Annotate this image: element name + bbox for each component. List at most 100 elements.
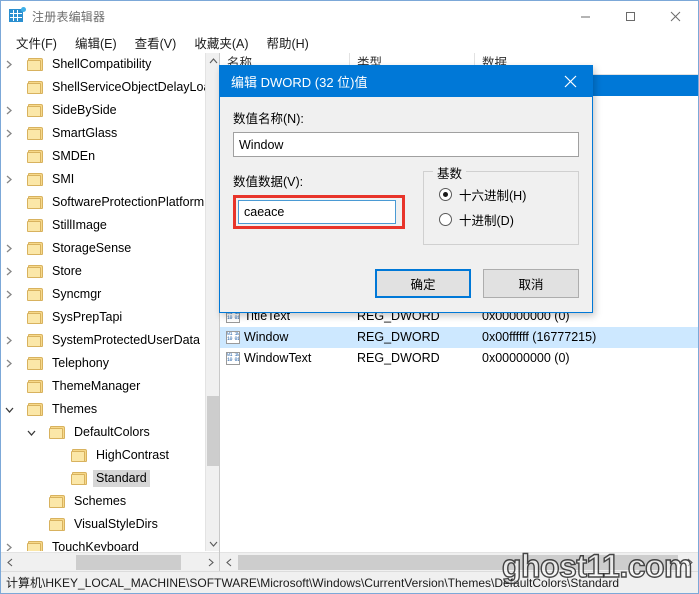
- tree-item-shellcompatibility[interactable]: ShellCompatibility: [1, 53, 206, 76]
- minimize-button[interactable]: [563, 1, 608, 31]
- tree-item-label: SmartGlass: [52, 126, 118, 140]
- chevron-right-icon[interactable]: [1, 536, 17, 551]
- status-path: 计算机\HKEY_LOCAL_MACHINE\SOFTWARE\Microsof…: [6, 576, 620, 590]
- tree-horizontal-scrollbar[interactable]: [1, 552, 219, 571]
- tree-item-systemprotecteduserdata[interactable]: SystemProtectedUserData: [1, 329, 206, 352]
- folder-icon: [27, 264, 44, 279]
- tree-item-highcontrast[interactable]: HighContrast: [1, 444, 206, 467]
- tree-connector: [17, 329, 27, 352]
- folder-icon: [71, 471, 88, 486]
- base-radio-group: 基数 十六进制(H) 十进制(D): [423, 163, 579, 245]
- menu-item-favorites[interactable]: 收藏夹(A): [185, 31, 257, 54]
- radio-hexadecimal-label: 十六进制(H): [459, 189, 527, 203]
- chevron-right-icon[interactable]: [1, 237, 17, 260]
- tree-item-defaultcolors[interactable]: DefaultColors: [1, 421, 206, 444]
- tree-item-store[interactable]: Store: [1, 260, 206, 283]
- dword-value-icon: [226, 352, 240, 365]
- table-row[interactable]: WindowText REG_DWORD 0x00000000 (0): [220, 348, 698, 369]
- tree-item-sidebyside[interactable]: SideBySide: [1, 99, 206, 122]
- folder-icon: [27, 57, 44, 72]
- close-button[interactable]: [653, 1, 698, 31]
- table-row[interactable]: Window REG_DWORD 0x00ffffff (16777215): [220, 327, 698, 348]
- tree-item-stillimage[interactable]: StillImage: [1, 214, 206, 237]
- tree-scroll-left-icon[interactable]: [1, 553, 18, 571]
- chevron-right-icon[interactable]: [1, 260, 17, 283]
- registry-tree[interactable]: ShellCompatibility ShellServiceObjectDela…: [1, 53, 206, 551]
- tree-item-visualstyledirs[interactable]: VisualStyleDirs: [1, 513, 206, 536]
- tree-scroll-right-icon[interactable]: [202, 553, 219, 571]
- tree-connector: [17, 237, 27, 260]
- radio-decimal[interactable]: 十进制(D): [424, 207, 578, 232]
- base-group-legend: 基数: [433, 163, 467, 182]
- tree-item-syspreptapi[interactable]: SysPrepTapi: [1, 306, 206, 329]
- tree-item-label: SysPrepTapi: [52, 310, 123, 324]
- tree-item-label: HighContrast: [96, 448, 169, 462]
- tree-item-label: SideBySide: [52, 103, 117, 117]
- chevron-right-icon[interactable]: [1, 99, 17, 122]
- chevron-right-icon[interactable]: [1, 53, 17, 76]
- tree-scroll-down-icon[interactable]: [206, 536, 219, 551]
- tree-item-smartglass[interactable]: SmartGlass: [1, 122, 206, 145]
- chevron-right-icon[interactable]: [1, 168, 17, 191]
- radio-decimal-indicator[interactable]: [439, 213, 452, 226]
- chevron-right-icon[interactable]: [1, 283, 17, 306]
- menu-item-edit[interactable]: 编辑(E): [66, 31, 126, 54]
- tree-item-telephony[interactable]: Telephony: [1, 352, 206, 375]
- dword-value-icon: [226, 331, 240, 344]
- menu-item-view[interactable]: 查看(V): [126, 31, 186, 54]
- tree-item-touchkeyboard[interactable]: TouchKeyboard: [1, 536, 206, 551]
- tree-hscroll-thumb[interactable]: [76, 555, 181, 570]
- menu-item-help[interactable]: 帮助(H): [257, 31, 317, 54]
- tree-connector: [17, 352, 27, 375]
- list-scroll-right-icon[interactable]: [681, 553, 698, 571]
- folder-icon: [27, 80, 44, 95]
- list-horizontal-scrollbar[interactable]: [220, 552, 698, 571]
- tree-vertical-scrollbar[interactable]: [205, 53, 219, 551]
- folder-icon: [27, 172, 44, 187]
- list-hscroll-thumb[interactable]: [238, 555, 678, 570]
- tree-item-smi[interactable]: SMI: [1, 168, 206, 191]
- value-name-input[interactable]: [233, 132, 579, 157]
- tree-item-themes[interactable]: Themes: [1, 398, 206, 421]
- cell-value-name: Window: [220, 327, 350, 348]
- registry-tree-panel: ShellCompatibility ShellServiceObjectDela…: [1, 53, 220, 571]
- chevron-right-icon[interactable]: [1, 329, 17, 352]
- tree-connector: [39, 490, 49, 513]
- chevron-right-icon[interactable]: [1, 352, 17, 375]
- value-data-label: 数值数据(V):: [233, 175, 304, 189]
- radio-decimal-label: 十进制(D): [459, 214, 514, 228]
- tree-item-shellserviceobjectdelayload[interactable]: ShellServiceObjectDelayLoad: [1, 76, 206, 99]
- tree-item-smden[interactable]: SMDEn: [1, 145, 206, 168]
- cell-value-data: 0x00ffffff (16777215): [482, 330, 597, 344]
- cancel-button[interactable]: 取消: [483, 269, 579, 298]
- tree-item-storagesense[interactable]: StorageSense: [1, 237, 206, 260]
- tree-item-standard[interactable]: Standard: [1, 467, 206, 490]
- dialog-close-icon[interactable]: [548, 66, 592, 97]
- chevron-down-icon[interactable]: [1, 398, 17, 421]
- tree-scroll-up-icon[interactable]: [206, 53, 219, 68]
- folder-icon: [27, 195, 44, 210]
- tree-item-label: ShellServiceObjectDelayLoad: [52, 80, 206, 94]
- tree-item-softwareprotectionplatform[interactable]: SoftwareProtectionPlatform: [1, 191, 206, 214]
- tree-scroll-thumb[interactable]: [207, 396, 219, 466]
- ok-button[interactable]: 确定: [375, 269, 471, 298]
- registry-icon: [9, 7, 26, 24]
- tree-item-thememanager[interactable]: ThemeManager: [1, 375, 206, 398]
- value-data-input[interactable]: [238, 200, 396, 224]
- chevron-right-icon[interactable]: [1, 122, 17, 145]
- menu-item-file[interactable]: 文件(F): [7, 31, 66, 54]
- list-scroll-left-icon[interactable]: [220, 553, 237, 571]
- tree-item-syncmgr[interactable]: Syncmgr: [1, 283, 206, 306]
- chevron-down-icon[interactable]: [23, 421, 39, 444]
- cell-value-type: REG_DWORD: [357, 351, 440, 365]
- maximize-button[interactable]: [608, 1, 653, 31]
- radio-hexadecimal-indicator[interactable]: [439, 188, 452, 201]
- radio-hexadecimal[interactable]: 十六进制(H): [424, 182, 578, 207]
- value-name-text: Window: [244, 330, 289, 344]
- registry-editor-window: 注册表编辑器 文件(F) 编辑(E) 查看(V) 收藏夹(A) 帮助(H) Sh…: [0, 0, 699, 594]
- tree-connector: [17, 306, 27, 329]
- tree-item-schemes[interactable]: Schemes: [1, 490, 206, 513]
